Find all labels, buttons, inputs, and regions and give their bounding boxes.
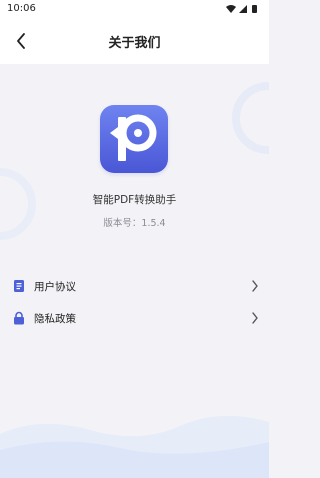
- status-time: 10:06: [7, 3, 36, 14]
- lock-icon: [14, 311, 24, 325]
- page-title: 关于我们: [108, 36, 161, 51]
- battery-icon: [252, 5, 257, 13]
- menu-item-privacy-policy[interactable]: 隐私政策: [0, 303, 269, 333]
- app-version: 版本号：1.5.4: [103, 218, 166, 229]
- menu-item-user-agreement[interactable]: 用户协议: [0, 271, 269, 301]
- menu-item-label: 用户协议: [34, 281, 76, 293]
- nav-bar: 关于我们: [0, 18, 269, 64]
- chevron-right-icon: [252, 280, 258, 292]
- status-icons: [225, 4, 261, 14]
- chevron-right-icon: [252, 312, 258, 324]
- pdf-logo-icon: [110, 114, 157, 161]
- status-bar: 10:06: [0, 0, 269, 18]
- menu-item-label: 隐私政策: [34, 313, 76, 325]
- wifi-icon: [226, 5, 236, 13]
- signal-icon: [239, 5, 247, 13]
- document-icon: [14, 280, 24, 292]
- app-logo: [100, 105, 168, 173]
- app-name: 智能PDF转换助手: [92, 194, 177, 206]
